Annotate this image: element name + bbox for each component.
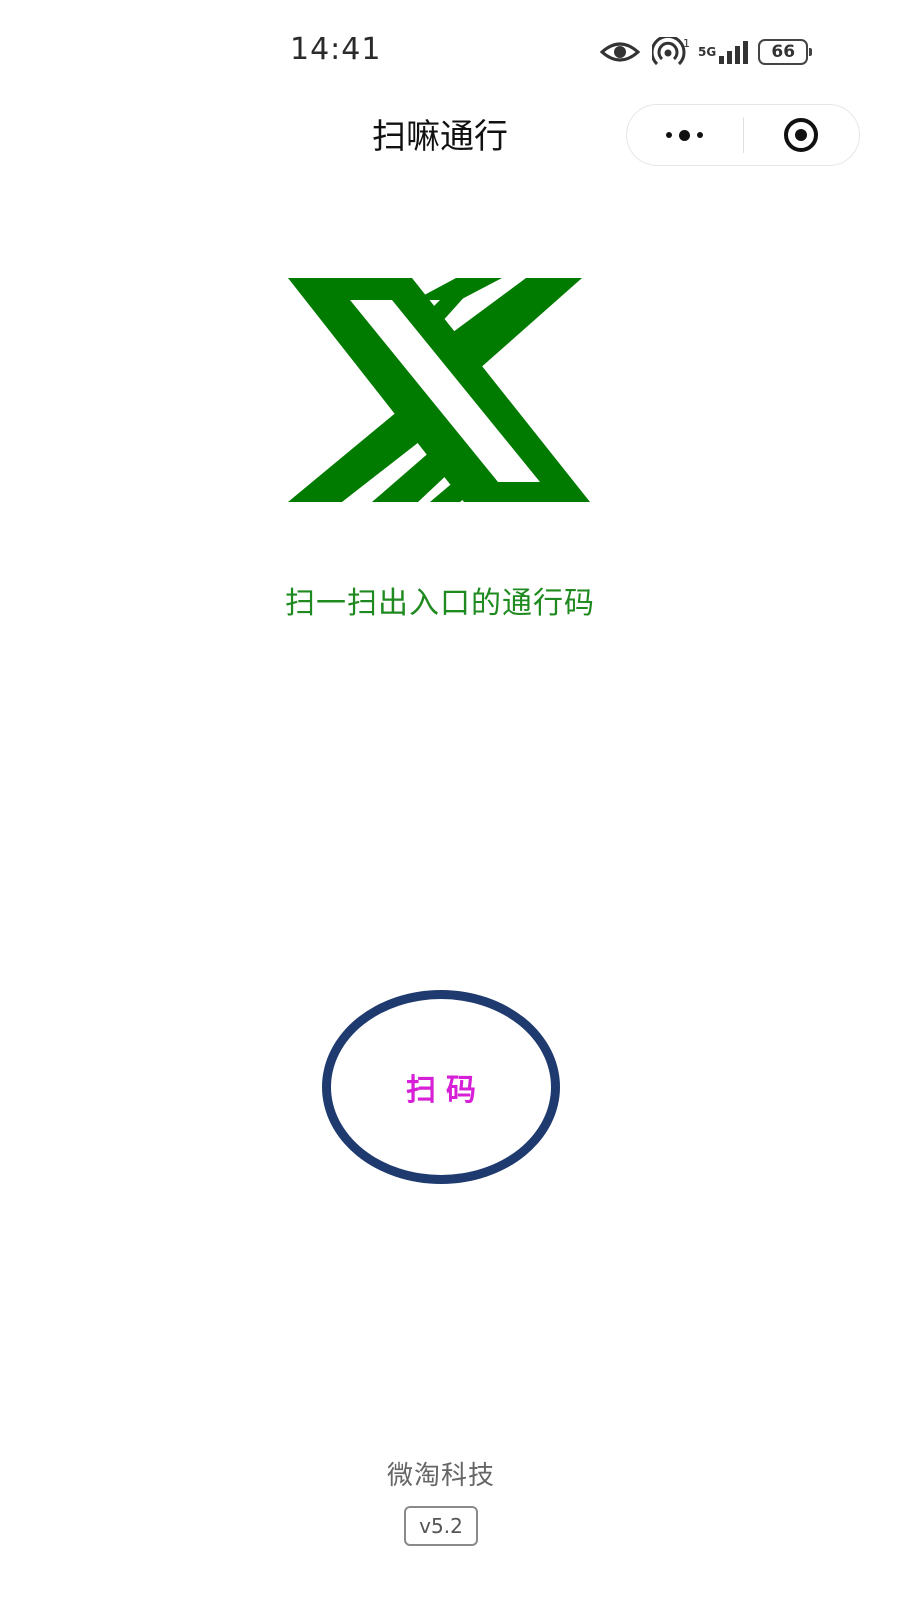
close-button[interactable] [744,105,860,165]
mini-program-capsule [626,104,860,166]
signal-icon [719,41,749,64]
status-icons: 1 5G 66 [600,30,813,74]
tagline: 扫一扫出入口的通行码 [285,586,595,621]
status-bar: 14:41 1 5G 66 [0,0,900,100]
version-badge: v5.2 [404,1506,478,1546]
battery-icon: 66 [758,39,809,65]
company-name: 微淘科技 [386,1461,495,1491]
more-dots-icon [666,129,704,141]
more-button[interactable] [627,105,743,165]
hotspot-icon: 1 [652,37,690,66]
target-icon [784,118,819,152]
battery-tip [809,48,813,56]
status-time: 14:41 [290,32,382,67]
hotspot-count: 1 [683,37,690,50]
x-logo-icon [288,278,590,502]
battery-level: 66 [771,42,796,62]
eye-icon [600,42,640,62]
scan-button[interactable]: 扫码 [322,990,560,1184]
scan-button-label: 扫码 [406,1073,486,1108]
network-type: 5G [698,44,717,59]
